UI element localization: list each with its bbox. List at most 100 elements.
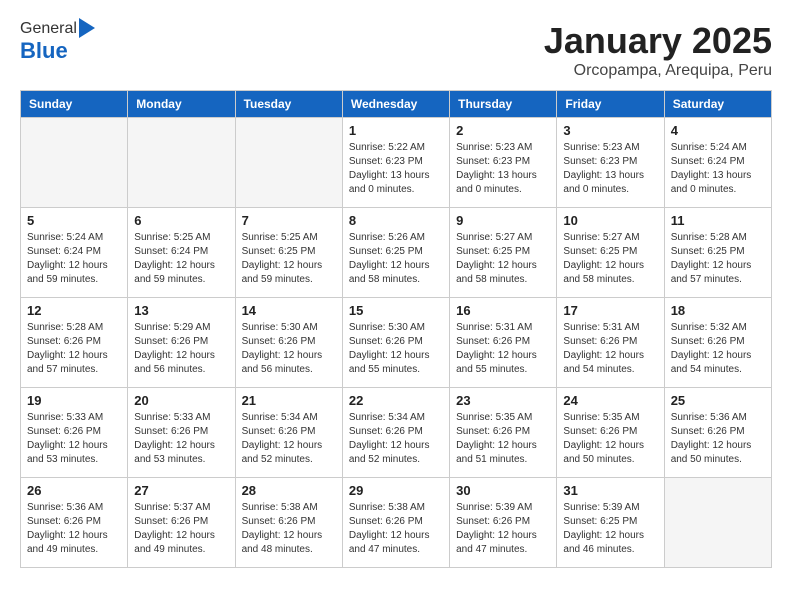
calendar-cell: 1 Sunrise: 5:22 AM Sunset: 6:23 PM Daylig… bbox=[342, 118, 449, 208]
calendar-cell: 2 Sunrise: 5:23 AM Sunset: 6:23 PM Daylig… bbox=[450, 118, 557, 208]
day-number: 7 bbox=[242, 213, 336, 228]
calendar-cell: 3 Sunrise: 5:23 AM Sunset: 6:23 PM Daylig… bbox=[557, 118, 664, 208]
weekday-header-sunday: Sunday bbox=[21, 91, 128, 118]
calendar-cell bbox=[235, 118, 342, 208]
calendar-cell: 20 Sunrise: 5:33 AM Sunset: 6:26 PM Dayli… bbox=[128, 388, 235, 478]
day-info: Sunrise: 5:36 AM Sunset: 6:26 PM Dayligh… bbox=[27, 501, 121, 557]
day-info: Sunrise: 5:25 AM Sunset: 6:25 PM Dayligh… bbox=[242, 231, 336, 287]
calendar-cell: 11 Sunrise: 5:28 AM Sunset: 6:25 PM Dayli… bbox=[664, 208, 771, 298]
day-info: Sunrise: 5:37 AM Sunset: 6:26 PM Dayligh… bbox=[134, 501, 228, 557]
day-number: 2 bbox=[456, 123, 550, 138]
title-block: January 2025 Orcopampa, Arequipa, Peru bbox=[544, 20, 772, 80]
calendar-cell: 26 Sunrise: 5:36 AM Sunset: 6:26 PM Dayli… bbox=[21, 478, 128, 568]
day-number: 10 bbox=[563, 213, 657, 228]
day-number: 27 bbox=[134, 483, 228, 498]
calendar-cell: 10 Sunrise: 5:27 AM Sunset: 6:25 PM Dayli… bbox=[557, 208, 664, 298]
weekday-header-tuesday: Tuesday bbox=[235, 91, 342, 118]
day-number: 6 bbox=[134, 213, 228, 228]
day-number: 17 bbox=[563, 303, 657, 318]
month-title: January 2025 bbox=[544, 20, 772, 62]
calendar-cell: 29 Sunrise: 5:38 AM Sunset: 6:26 PM Dayli… bbox=[342, 478, 449, 568]
day-info: Sunrise: 5:30 AM Sunset: 6:26 PM Dayligh… bbox=[349, 321, 443, 377]
calendar-cell: 5Sunrise: 5:24 AM Sunset: 6:24 PM Daylig… bbox=[21, 208, 128, 298]
day-info: Sunrise: 5:28 AM Sunset: 6:26 PM Dayligh… bbox=[27, 321, 121, 377]
day-info: Sunrise: 5:27 AM Sunset: 6:25 PM Dayligh… bbox=[563, 231, 657, 287]
day-info: Sunrise: 5:34 AM Sunset: 6:26 PM Dayligh… bbox=[242, 411, 336, 467]
day-number: 4 bbox=[671, 123, 765, 138]
calendar-table: SundayMondayTuesdayWednesdayThursdayFrid… bbox=[20, 90, 772, 568]
day-number: 23 bbox=[456, 393, 550, 408]
location-subtitle: Orcopampa, Arequipa, Peru bbox=[544, 62, 772, 80]
day-info: Sunrise: 5:24 AM Sunset: 6:24 PM Dayligh… bbox=[671, 141, 765, 197]
calendar-cell: 16Sunrise: 5:31 AM Sunset: 6:26 PM Dayli… bbox=[450, 298, 557, 388]
calendar-week-row: 12Sunrise: 5:28 AM Sunset: 6:26 PM Dayli… bbox=[21, 298, 772, 388]
calendar-cell: 15 Sunrise: 5:30 AM Sunset: 6:26 PM Dayli… bbox=[342, 298, 449, 388]
calendar-week-row: 19 Sunrise: 5:33 AM Sunset: 6:26 PM Dayli… bbox=[21, 388, 772, 478]
weekday-header-row: SundayMondayTuesdayWednesdayThursdayFrid… bbox=[21, 91, 772, 118]
day-info: Sunrise: 5:30 AM Sunset: 6:26 PM Dayligh… bbox=[242, 321, 336, 377]
calendar-cell: 22Sunrise: 5:34 AM Sunset: 6:26 PM Dayli… bbox=[342, 388, 449, 478]
calendar-cell: 14 Sunrise: 5:30 AM Sunset: 6:26 PM Dayli… bbox=[235, 298, 342, 388]
calendar-cell: 12Sunrise: 5:28 AM Sunset: 6:26 PM Dayli… bbox=[21, 298, 128, 388]
day-info: Sunrise: 5:35 AM Sunset: 6:26 PM Dayligh… bbox=[456, 411, 550, 467]
weekday-header-thursday: Thursday bbox=[450, 91, 557, 118]
calendar-cell: 9 Sunrise: 5:27 AM Sunset: 6:25 PM Daylig… bbox=[450, 208, 557, 298]
calendar-cell bbox=[21, 118, 128, 208]
logo: General Blue bbox=[20, 20, 95, 64]
calendar-cell bbox=[664, 478, 771, 568]
day-info: Sunrise: 5:39 AM Sunset: 6:26 PM Dayligh… bbox=[456, 501, 550, 557]
day-number: 29 bbox=[349, 483, 443, 498]
calendar-cell bbox=[128, 118, 235, 208]
weekday-header-wednesday: Wednesday bbox=[342, 91, 449, 118]
calendar-cell: 19Sunrise: 5:33 AM Sunset: 6:26 PM Dayli… bbox=[21, 388, 128, 478]
day-info: Sunrise: 5:32 AM Sunset: 6:26 PM Dayligh… bbox=[671, 321, 765, 377]
day-number: 14 bbox=[242, 303, 336, 318]
day-info: Sunrise: 5:23 AM Sunset: 6:23 PM Dayligh… bbox=[563, 141, 657, 197]
calendar-cell: 7 Sunrise: 5:25 AM Sunset: 6:25 PM Daylig… bbox=[235, 208, 342, 298]
calendar-cell: 17 Sunrise: 5:31 AM Sunset: 6:26 PM Dayli… bbox=[557, 298, 664, 388]
day-number: 28 bbox=[242, 483, 336, 498]
day-info: Sunrise: 5:38 AM Sunset: 6:26 PM Dayligh… bbox=[349, 501, 443, 557]
day-number: 9 bbox=[456, 213, 550, 228]
day-number: 26 bbox=[27, 483, 121, 498]
weekday-header-monday: Monday bbox=[128, 91, 235, 118]
day-info: Sunrise: 5:27 AM Sunset: 6:25 PM Dayligh… bbox=[456, 231, 550, 287]
day-info: Sunrise: 5:23 AM Sunset: 6:23 PM Dayligh… bbox=[456, 141, 550, 197]
day-number: 16 bbox=[456, 303, 550, 318]
day-number: 20 bbox=[134, 393, 228, 408]
day-info: Sunrise: 5:22 AM Sunset: 6:23 PM Dayligh… bbox=[349, 141, 443, 197]
day-number: 18 bbox=[671, 303, 765, 318]
calendar-cell: 30 Sunrise: 5:39 AM Sunset: 6:26 PM Dayli… bbox=[450, 478, 557, 568]
calendar-cell: 27 Sunrise: 5:37 AM Sunset: 6:26 PM Dayli… bbox=[128, 478, 235, 568]
day-info: Sunrise: 5:25 AM Sunset: 6:24 PM Dayligh… bbox=[134, 231, 228, 287]
page-header: General Blue January 2025 Orcopampa, Are… bbox=[20, 20, 772, 80]
day-number: 5 bbox=[27, 213, 121, 228]
calendar-week-row: 1 Sunrise: 5:22 AM Sunset: 6:23 PM Daylig… bbox=[21, 118, 772, 208]
logo-arrow-icon bbox=[79, 18, 95, 38]
day-number: 30 bbox=[456, 483, 550, 498]
day-number: 1 bbox=[349, 123, 443, 138]
day-number: 15 bbox=[349, 303, 443, 318]
calendar-cell: 18 Sunrise: 5:32 AM Sunset: 6:26 PM Dayli… bbox=[664, 298, 771, 388]
day-info: Sunrise: 5:29 AM Sunset: 6:26 PM Dayligh… bbox=[134, 321, 228, 377]
calendar-cell: 4 Sunrise: 5:24 AM Sunset: 6:24 PM Daylig… bbox=[664, 118, 771, 208]
day-number: 3 bbox=[563, 123, 657, 138]
day-info: Sunrise: 5:34 AM Sunset: 6:26 PM Dayligh… bbox=[349, 411, 443, 467]
calendar-week-row: 26 Sunrise: 5:36 AM Sunset: 6:26 PM Dayli… bbox=[21, 478, 772, 568]
day-info: Sunrise: 5:39 AM Sunset: 6:25 PM Dayligh… bbox=[563, 501, 657, 557]
day-info: Sunrise: 5:31 AM Sunset: 6:26 PM Dayligh… bbox=[563, 321, 657, 377]
calendar-cell: 31 Sunrise: 5:39 AM Sunset: 6:25 PM Dayli… bbox=[557, 478, 664, 568]
calendar-cell: 21 Sunrise: 5:34 AM Sunset: 6:26 PM Dayli… bbox=[235, 388, 342, 478]
day-number: 11 bbox=[671, 213, 765, 228]
logo-general-text: General bbox=[20, 20, 77, 38]
day-number: 13 bbox=[134, 303, 228, 318]
day-number: 25 bbox=[671, 393, 765, 408]
calendar-cell: 6 Sunrise: 5:25 AM Sunset: 6:24 PM Daylig… bbox=[128, 208, 235, 298]
calendar-week-row: 5Sunrise: 5:24 AM Sunset: 6:24 PM Daylig… bbox=[21, 208, 772, 298]
day-info: Sunrise: 5:28 AM Sunset: 6:25 PM Dayligh… bbox=[671, 231, 765, 287]
day-number: 19 bbox=[27, 393, 121, 408]
day-info: Sunrise: 5:33 AM Sunset: 6:26 PM Dayligh… bbox=[134, 411, 228, 467]
day-number: 31 bbox=[563, 483, 657, 498]
day-info: Sunrise: 5:26 AM Sunset: 6:25 PM Dayligh… bbox=[349, 231, 443, 287]
day-number: 21 bbox=[242, 393, 336, 408]
